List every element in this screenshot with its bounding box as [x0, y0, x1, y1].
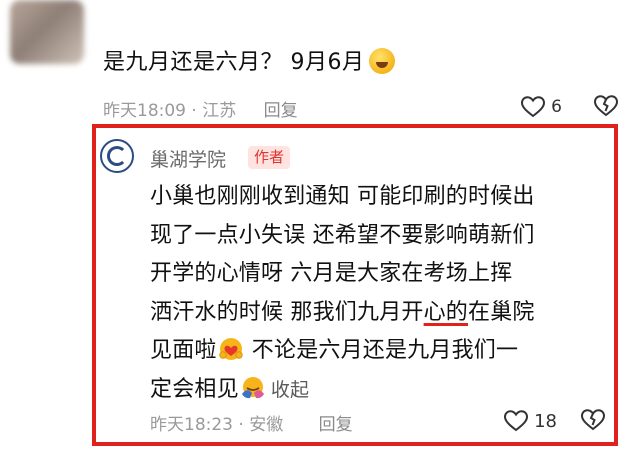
- reply-text: 小巢也刚刚收到通知 可能印刷的时候出 现了一点小失误 还希望不要影响萌新们 开学…: [150, 178, 610, 410]
- broken-heart-icon[interactable]: [581, 409, 605, 431]
- collapse-link[interactable]: 收起: [271, 379, 309, 401]
- laughing-sweat-emoji-icon: [368, 48, 395, 74]
- heart-hands-emoji-icon: [217, 336, 245, 362]
- reply-line-6: 定会相见 收起: [150, 371, 610, 410]
- reply-line-3: 开学的心情呀 六月是大家在考场上挥: [150, 261, 513, 287]
- commenter-avatar[interactable]: [10, 0, 84, 64]
- author-avatar[interactable]: [100, 139, 134, 173]
- reply-line-4a: 洒汗水的时候 那我们九月开: [150, 299, 424, 325]
- reply-button[interactable]: 回复: [319, 415, 353, 435]
- separator-dot: ·: [238, 415, 244, 435]
- reply-location: 安徽: [249, 415, 284, 435]
- like-count: 18: [534, 410, 557, 432]
- reply-line-5: 见面啦 不论是六月还是九月我们一: [150, 332, 610, 371]
- reply-line-5b: 不论是六月还是九月我们一: [244, 338, 519, 364]
- like-button[interactable]: 6: [521, 96, 562, 118]
- reply-line-1: 小巢也刚刚收到通知 可能印刷的时候出: [150, 184, 535, 209]
- school-logo-icon: [107, 146, 127, 166]
- author-name[interactable]: 巢湖学院: [150, 145, 226, 172]
- author-badge: 作者: [248, 146, 291, 169]
- comment-location: 江苏: [202, 101, 237, 121]
- like-count: 6: [551, 97, 562, 117]
- separator-dot: ·: [191, 101, 197, 121]
- underlined-text: 心的: [423, 299, 469, 325]
- comment-meta: 昨天18:09 · 江苏 回复 6: [103, 95, 618, 121]
- reply-time: 昨天18:23: [150, 415, 233, 435]
- comment-body: 是九月还是六月？ 9月6月: [103, 50, 365, 75]
- reply-line-6a: 定会相见: [150, 376, 239, 402]
- heart-icon: [504, 410, 529, 432]
- heart-icon: [521, 96, 546, 118]
- broken-heart-icon[interactable]: [594, 95, 618, 117]
- like-button[interactable]: 18: [504, 410, 557, 432]
- reply-line-4b: 在巢院: [468, 299, 535, 325]
- comment-text: 是九月还是六月？ 9月6月: [103, 44, 395, 76]
- reply-line-2: 现了一点小失误 还希望不要影响萌新们: [150, 222, 535, 248]
- hug-emoji-icon: [239, 375, 267, 401]
- comment-time: 昨天18:09: [103, 101, 186, 121]
- reply-meta: 昨天18:23 · 安徽 回复 18: [150, 409, 605, 436]
- reply-line-4: 洒汗水的时候 那我们九月开心的在巢院: [150, 294, 610, 333]
- reply-line-5a: 见面啦: [150, 338, 217, 364]
- reply-button[interactable]: 回复: [264, 101, 298, 121]
